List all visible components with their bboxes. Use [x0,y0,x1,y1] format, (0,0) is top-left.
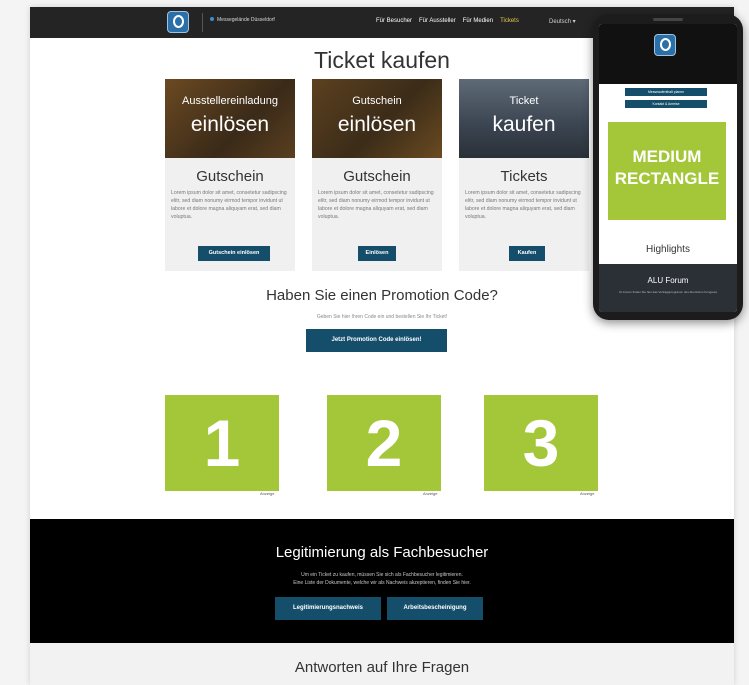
nav-links: Für Besucher Für Aussteller Für Medien T… [376,18,519,24]
nav-tagline-text: Messegelände Düsseldorf [217,17,275,23]
ticket-card-voucher: Gutschein einlösen Gutschein Lorem ipsum… [312,79,442,271]
phone-medium-rectangle-ad[interactable]: MEDIUM RECTANGLE [608,122,726,220]
kaufen-button[interactable]: Kaufen [509,246,545,261]
language-selector[interactable]: Deutsch ▾ [549,18,576,25]
promotion-code-button[interactable]: Jetzt Promotion Code einlösen! [306,329,447,352]
ad-slot-1[interactable]: 1 [165,395,279,491]
phone-mockup: Messeaufenthalt planen Kontakt & Anreise… [593,14,743,320]
ad-label-3: Anzeige [580,491,595,496]
phone-forum-title: ALU Forum [647,276,689,285]
card-image-voucher: Gutschein einlösen [312,79,442,158]
card-image-line2: kaufen [492,113,556,136]
phone-forum-teaser[interactable]: ALU Forum Im Forum finden Sie hier das V… [599,264,737,312]
phone-highlights-heading: Highlights [646,244,690,255]
card-body: Lorem ipsum dolor sit amet, consetetur s… [465,190,581,220]
nav-link-medien[interactable]: Für Medien [463,18,493,24]
card-image-line2: einlösen [337,113,417,136]
nav-link-aussteller[interactable]: Für Aussteller [419,18,456,24]
phone-screen: Messeaufenthalt planen Kontakt & Anreise… [599,24,737,312]
gutschein-einloesen-button[interactable]: Gutschein einlösen [198,246,270,261]
nav-tagline: Messegelände Düsseldorf [210,17,275,23]
legitimation-line1: Um ein Ticket zu kaufen, müssen Sie sich… [301,572,463,578]
ticket-card-invitation: Ausstellereinladung einlösen Gutschein L… [165,79,295,271]
nav-link-tickets[interactable]: Tickets [500,18,519,24]
faq-heading: Antworten auf Ihre Fragen [294,659,470,676]
einloesen-button[interactable]: Einlösen [358,246,396,261]
card-image-buy: Ticket kaufen [459,79,589,158]
location-dot-icon [210,17,214,21]
legitimation-heading: Legitimierung als Fachbesucher [275,544,489,561]
arbeitsbescheinigung-button[interactable]: Arbeitsbescheinigung [387,597,483,620]
ad-slot-2[interactable]: 2 [327,395,441,491]
ad-label-1: Anzeige [260,491,275,496]
phone-plan-button[interactable]: Messeaufenthalt planen [625,88,707,96]
phone-logo-icon[interactable] [654,34,676,56]
legitimation-text: Um ein Ticket zu kaufen, müssen Sie sich… [30,571,734,587]
phone-ad-line1: MEDIUM [632,147,702,166]
ticket-card-buy: Ticket kaufen Tickets Lorem ipsum dolor … [459,79,589,271]
nav-link-besucher[interactable]: Für Besucher [376,18,412,24]
card-body: Lorem ipsum dolor sit amet, consetetur s… [318,190,434,220]
card-image-line1: Ausstellereinladung [181,95,278,107]
nav-divider [202,13,203,32]
screenshot-stage: Messegelände Düsseldorf Für Besucher Für… [0,0,749,685]
phone-speaker [653,18,683,21]
ad-slot-3[interactable]: 3 [484,395,598,491]
ad-label-2: Anzeige [423,491,438,496]
phone-forum-text: Im Forum finden Sie hier das Vortragspro… [618,290,718,294]
card-title: Gutschein [196,168,264,185]
legitimation-line2: Eine Liste der Dokumente, welche wir als… [293,580,471,586]
card-image-line1: Gutschein [352,95,402,107]
card-image-invitation: Ausstellereinladung einlösen [165,79,295,158]
site-logo-icon[interactable] [167,11,189,33]
phone-contact-button[interactable]: Kontakt & Anreise [625,100,707,108]
card-title: Gutschein [343,168,411,185]
legitimierungsnachweis-button[interactable]: Legitimierungsnachweis [275,597,381,620]
phone-ad-line2: RECTANGLE [614,169,720,188]
card-body: Lorem ipsum dolor sit amet, consetetur s… [171,190,287,220]
card-title: Tickets [500,168,548,185]
card-image-line1: Ticket [509,95,539,107]
card-image-line2: einlösen [190,113,270,136]
legitimation-section: Legitimierung als Fachbesucher Um ein Ti… [30,519,734,643]
phone-header [599,24,737,84]
faq-section: Antworten auf Ihre Fragen [30,643,734,685]
